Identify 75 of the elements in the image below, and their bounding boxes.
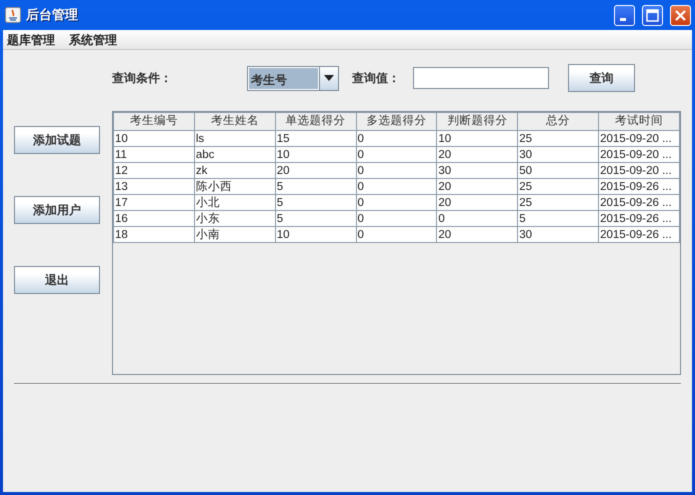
table-cell: 0	[356, 130, 437, 147]
table-cell: 5	[275, 210, 356, 227]
table-cell: 10	[436, 130, 518, 147]
table-cell: 0	[356, 210, 437, 227]
table-cell: 0	[436, 210, 518, 227]
table-cell: 2015-09-26 ...	[598, 210, 680, 227]
table-cell: 20	[436, 178, 518, 195]
table-cell: 2015-09-20 ...	[598, 146, 680, 163]
condition-label: 查询条件：	[112, 70, 172, 87]
table-cell: 15	[275, 130, 356, 147]
maximize-icon	[646, 8, 659, 22]
table-cell: 5	[275, 178, 356, 195]
dropdown-arrow-icon	[324, 75, 334, 81]
table-cell: 陈小西	[194, 178, 276, 195]
close-icon	[674, 8, 687, 22]
table-cell: 5	[275, 194, 356, 211]
table-cell: 30	[518, 146, 599, 163]
table-cell: zk	[194, 162, 276, 179]
table-cell: 2015-09-20 ...	[598, 162, 680, 179]
table-cell: 2015-09-20 ...	[598, 130, 680, 147]
table-cell: 0	[356, 178, 437, 195]
table-cell: 20	[436, 226, 518, 243]
table-cell: 小北	[194, 194, 276, 211]
minimize-button[interactable]	[614, 4, 635, 26]
side-button[interactable]: 添加试题	[14, 126, 100, 154]
table-cell: 30	[518, 226, 599, 243]
table-cell: 20	[275, 162, 356, 179]
window-title: 后台管理	[26, 6, 79, 24]
table-cell: 小东	[194, 210, 276, 227]
table-cell: ls	[194, 130, 276, 147]
table-cell: 18	[114, 226, 194, 243]
maximize-button[interactable]	[642, 4, 663, 26]
table-cell: 10	[275, 146, 356, 163]
column-header[interactable]: 多选题得分	[356, 112, 437, 131]
column-header[interactable]: 考试时间	[598, 112, 680, 131]
column-header[interactable]: 总分	[518, 112, 599, 131]
side-button[interactable]: 添加用户	[14, 196, 100, 224]
column-header[interactable]: 判断题得分	[436, 112, 518, 131]
column-header[interactable]: 单选题得分	[275, 112, 356, 131]
table-cell: 0	[356, 162, 437, 179]
table-cell: 0	[356, 146, 437, 163]
table-cell: 11	[114, 146, 194, 163]
table-cell: 25	[518, 194, 599, 211]
table-cell: 50	[518, 162, 599, 179]
table-cell: 小南	[194, 226, 276, 243]
table-cell: 5	[518, 210, 599, 227]
table-cell: 25	[518, 178, 599, 195]
table-cell: 0	[356, 226, 437, 243]
condition-dropdown[interactable]: 考生号	[247, 66, 339, 90]
side-button[interactable]: 退出	[14, 266, 100, 294]
value-label: 查询值：	[352, 70, 400, 87]
table-cell: 20	[436, 146, 518, 163]
table-cell: 16	[114, 210, 194, 227]
close-button[interactable]	[670, 4, 691, 26]
table-cell: 12	[114, 162, 194, 179]
table-cell: 25	[518, 130, 599, 147]
table-cell: 17	[114, 194, 194, 211]
table-cell: 10	[275, 226, 356, 243]
table-cell: 30	[436, 162, 518, 179]
menu-item[interactable]: 系统管理	[69, 30, 117, 48]
table-cell: abc	[194, 146, 276, 163]
table-cell: 10	[114, 130, 194, 147]
table-cell: 0	[356, 194, 437, 211]
table-cell: 2015-09-26 ...	[598, 194, 680, 211]
app-icon	[5, 7, 21, 23]
table-cell: 2015-09-26 ...	[598, 178, 680, 195]
column-header[interactable]: 考生编号	[114, 112, 194, 131]
minimize-icon	[620, 18, 626, 20]
table-cell: 20	[436, 194, 518, 211]
query-button[interactable]: 查询	[568, 64, 635, 92]
table-cell: 13	[114, 178, 194, 195]
menu-item[interactable]: 题库管理	[7, 30, 55, 48]
column-header[interactable]: 考生姓名	[194, 112, 276, 131]
table-cell: 2015-09-26 ...	[598, 226, 680, 243]
query-value-field[interactable]	[413, 67, 549, 89]
